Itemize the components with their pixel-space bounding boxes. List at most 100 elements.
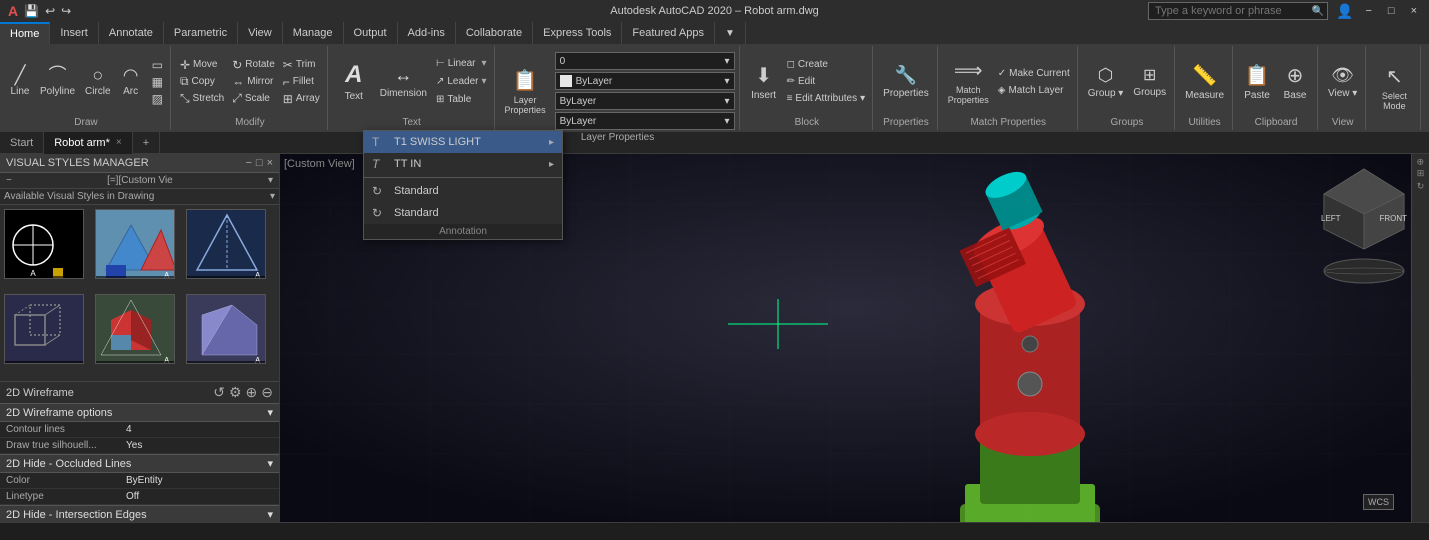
gradient-button[interactable]: ▨ xyxy=(149,91,166,107)
tab-addins[interactable]: Add-ins xyxy=(398,22,456,44)
vs-hidden[interactable] xyxy=(4,294,84,364)
linetype-selector[interactable]: ByLayer ▾ xyxy=(555,92,735,110)
circle-button[interactable]: ○ Circle xyxy=(81,56,115,108)
edit-block-button[interactable]: ✏ Edit xyxy=(784,74,869,90)
line-button[interactable]: ╱ Line xyxy=(6,56,34,108)
groups-panel-button[interactable]: ⊞ Groups xyxy=(1129,56,1170,108)
lineweight-selector[interactable]: ByLayer ▾ xyxy=(555,112,735,130)
mirror-button[interactable]: ⇔ Mirror xyxy=(229,74,278,90)
tab-robot-arm[interactable]: Robot arm* × xyxy=(44,132,132,154)
properties-button[interactable]: 🔧 Properties xyxy=(879,56,933,108)
table-icon: ⊞ xyxy=(436,94,444,105)
rotate-button[interactable]: ↻ Rotate xyxy=(229,57,278,73)
layer-properties-button[interactable]: 📋 LayerProperties xyxy=(501,65,550,117)
search-input[interactable] xyxy=(1148,2,1328,20)
ribbon-group-clipboard: 📋 Paste ⊕ Base Clipboard xyxy=(1235,46,1318,130)
mirror-icon: ⇔ xyxy=(232,75,244,89)
rectangle-button[interactable]: ▭ xyxy=(149,57,166,73)
close-button[interactable]: × xyxy=(1407,5,1421,17)
trim-button[interactable]: ✂ Trim xyxy=(280,57,323,73)
expand-styles-button[interactable]: ▾ xyxy=(270,191,275,202)
tab-manage[interactable]: Manage xyxy=(283,22,344,44)
groups-panel-icon: ⊞ xyxy=(1143,65,1156,85)
copy-button[interactable]: ⧉ Copy xyxy=(177,74,227,90)
vsm-minimize[interactable]: − xyxy=(245,157,251,169)
font-tt-in-item[interactable]: T TT IN ▸ xyxy=(364,153,562,175)
vsm-close[interactable]: × xyxy=(267,157,273,169)
table-button[interactable]: ⊞ Table xyxy=(433,92,490,108)
color-selector[interactable]: ByLayer ▾ xyxy=(555,72,735,90)
quick-access-redo[interactable]: ↪ xyxy=(61,4,71,18)
vs-wireframe-blue[interactable]: A xyxy=(186,209,266,279)
arc-button[interactable]: ◠ Arc xyxy=(117,56,145,108)
maximize-button[interactable]: □ xyxy=(1384,5,1399,17)
tab-view[interactable]: View xyxy=(238,22,283,44)
tab-home[interactable]: Home xyxy=(0,22,50,44)
tab-extras[interactable]: ▼ xyxy=(715,22,746,44)
cube-left-label[interactable]: LEFT xyxy=(1321,214,1341,223)
paste-button[interactable]: 📋 Paste xyxy=(1239,56,1275,108)
ribbon-group-modify: ✛ Move ⧉ Copy ⤡ Stretch ↻ Rotate ⇔ xyxy=(173,46,328,130)
vsm-restore[interactable]: □ xyxy=(256,157,263,169)
move-button[interactable]: ✛ Move xyxy=(177,57,227,73)
wcs-label[interactable]: WCS xyxy=(1363,494,1394,510)
tab-featured-apps[interactable]: Featured Apps xyxy=(622,22,715,44)
quick-access-save[interactable]: 💾 xyxy=(24,4,39,18)
tab-output[interactable]: Output xyxy=(344,22,398,44)
scale-icon: ⤢ xyxy=(232,91,242,106)
cube-front-label[interactable]: FRONT xyxy=(1379,214,1407,223)
base-button[interactable]: ⊕ Base xyxy=(1277,56,1313,108)
stretch-button[interactable]: ⤡ Stretch xyxy=(177,91,227,107)
main-area: VISUAL STYLES MANAGER − □ × − [=][Custom… xyxy=(0,154,1429,540)
linear-button[interactable]: ⊢ Linear ▾ xyxy=(433,56,490,72)
vsm-zoom-out-icon[interactable]: ⊖ xyxy=(261,384,273,401)
close-tab-robot-arm[interactable]: × xyxy=(116,137,122,148)
create-block-button[interactable]: ◻ Create xyxy=(784,57,869,73)
wireframe-options-section[interactable]: 2D Wireframe options ▾ xyxy=(0,403,279,422)
tab-express-tools[interactable]: Express Tools xyxy=(533,22,622,44)
edit-attributes-button[interactable]: ≡ Edit Attributes ▾ xyxy=(784,91,869,107)
orbit-tool[interactable]: ↻ xyxy=(1417,181,1425,192)
insert-button[interactable]: ⬇ Insert xyxy=(746,56,782,108)
dimension-button[interactable]: ↔ Dimension xyxy=(376,56,431,108)
vsm-settings-icon[interactable]: ⚙ xyxy=(229,384,242,401)
tab-collaborate[interactable]: Collaborate xyxy=(456,22,533,44)
match-properties-button[interactable]: ⟹ MatchProperties xyxy=(944,56,993,108)
tab-annotate[interactable]: Annotate xyxy=(99,22,164,44)
minimize-button[interactable]: − xyxy=(1361,5,1375,17)
vsm-zoom-in-icon[interactable]: ⊕ xyxy=(246,384,258,401)
match-layer-button[interactable]: ◈ Match Layer xyxy=(995,82,1073,98)
make-current-button[interactable]: ✓ Make Current xyxy=(995,65,1073,81)
trim-icon: ✂ xyxy=(283,58,293,72)
font-swiss-light-item[interactable]: T T1 SWISS LIGHT ▸ xyxy=(364,131,562,153)
polyline-button[interactable]: ⌒ Polyline xyxy=(36,56,79,108)
new-tab-button[interactable]: + xyxy=(133,132,160,154)
leader-button[interactable]: ↗ Leader ▾ xyxy=(433,74,490,90)
group-button[interactable]: ⬡ Group ▾ xyxy=(1084,56,1128,108)
vs-realistic[interactable]: A xyxy=(95,294,175,364)
tab-start[interactable]: Start xyxy=(0,132,44,154)
select-mode-button[interactable]: ↖ SelectMode xyxy=(1372,61,1416,113)
vsm-refresh-icon[interactable]: ↺ xyxy=(213,384,225,401)
hide-occluded-section[interactable]: 2D Hide - Occluded Lines ▾ xyxy=(0,454,279,473)
hatch-button[interactable]: ▦ xyxy=(149,74,166,90)
layer-selector[interactable]: 0 ▾ xyxy=(555,52,735,70)
tab-parametric[interactable]: Parametric xyxy=(164,22,238,44)
standard-style-2-item[interactable]: ↻ Standard xyxy=(364,202,562,224)
quick-access-undo[interactable]: ↩ xyxy=(45,4,55,18)
fillet-button[interactable]: ⌐ Fillet xyxy=(280,74,323,90)
vs-shaded[interactable]: A xyxy=(186,294,266,364)
scale-button[interactable]: ⤢ Scale xyxy=(229,91,278,107)
vs-conceptual[interactable]: A xyxy=(95,209,175,279)
pan-tool[interactable]: ⊕ xyxy=(1416,158,1426,166)
measure-button[interactable]: 📏 Measure xyxy=(1181,56,1228,108)
tab-insert[interactable]: Insert xyxy=(50,22,99,44)
text-button[interactable]: A Text xyxy=(334,56,374,108)
array-button[interactable]: ⊞ Array xyxy=(280,91,323,107)
view-button[interactable]: 👁 View ▾ xyxy=(1324,56,1361,108)
vs-2d-wireframe[interactable]: A xyxy=(4,209,84,279)
standard-style-1-item[interactable]: ↻ Standard xyxy=(364,180,562,202)
user-icon[interactable]: 👤 xyxy=(1336,3,1353,20)
zoom-tool[interactable]: ⊞ xyxy=(1417,168,1425,179)
font-icon-1: T xyxy=(372,134,388,150)
